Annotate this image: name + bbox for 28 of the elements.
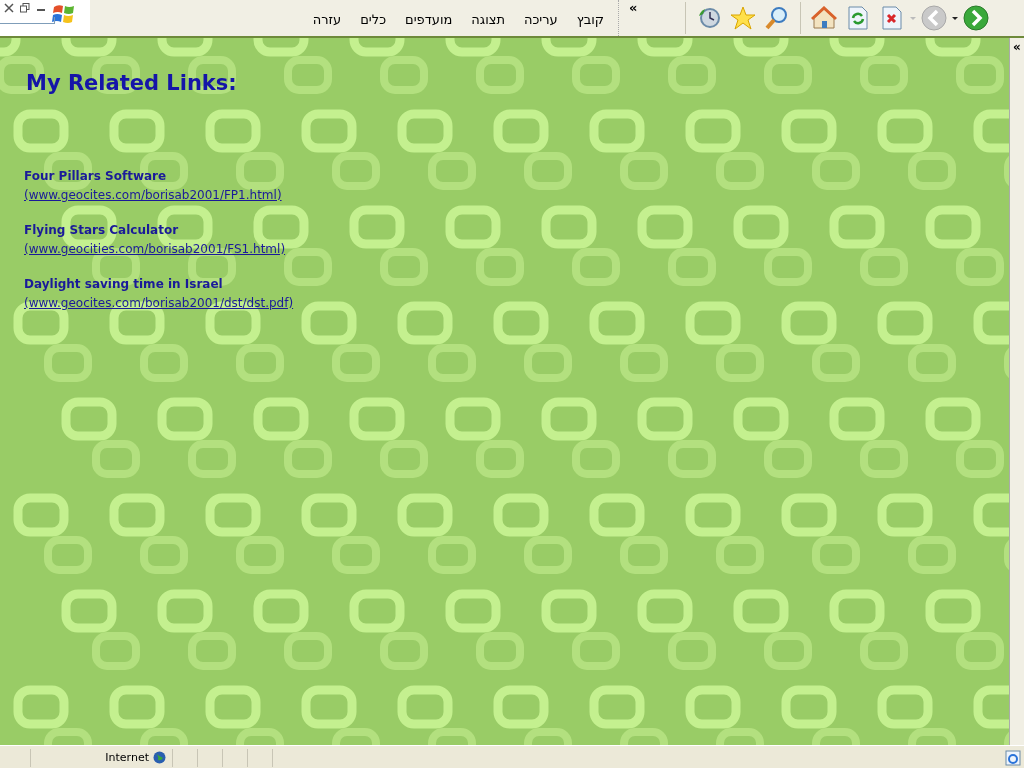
globe-icon <box>153 751 166 764</box>
close-icon[interactable] <box>4 3 14 13</box>
menu-item[interactable]: קובץ <box>576 11 604 27</box>
link-title: Daylight saving time in Israel <box>24 277 223 291</box>
star-icon[interactable] <box>730 6 756 30</box>
link-title: Flying Stars Calculator <box>24 223 179 237</box>
stop-icon[interactable] <box>882 6 902 30</box>
search-icon[interactable] <box>765 6 789 30</box>
panel-toggle[interactable]: « <box>1010 38 1024 54</box>
toolbar-overflow-chevron[interactable]: « <box>629 0 638 15</box>
history-icon[interactable] <box>697 6 721 30</box>
link-title: Four Pillars Software <box>24 169 167 183</box>
menu-item[interactable]: כלים <box>360 11 386 27</box>
page-heading: My Related Links: <box>26 71 238 95</box>
refresh-icon[interactable] <box>848 6 868 30</box>
caret-icon[interactable] <box>951 15 959 21</box>
restore-icon[interactable] <box>20 3 30 13</box>
address-field-edge[interactable] <box>0 17 55 24</box>
menu-item[interactable]: עריכה <box>523 11 558 27</box>
url-link[interactable]: (www.geocities.com/borisab2001/FS1.html) <box>24 242 286 256</box>
url-link[interactable]: (www.geocites.com/borisab2001/dst/dst.pdf) <box>24 296 294 310</box>
four-color-flag-icon <box>52 3 76 25</box>
home-icon[interactable] <box>811 6 837 30</box>
url-link[interactable]: (www.geocites.com/borisab2001/FP1.html) <box>24 188 282 202</box>
menu-item[interactable]: מועדפים <box>405 11 453 27</box>
menu-item[interactable]: עזרה <box>312 11 342 27</box>
menu-item[interactable]: תצוגה <box>471 11 505 27</box>
security-zone-label: Internet <box>105 751 149 764</box>
